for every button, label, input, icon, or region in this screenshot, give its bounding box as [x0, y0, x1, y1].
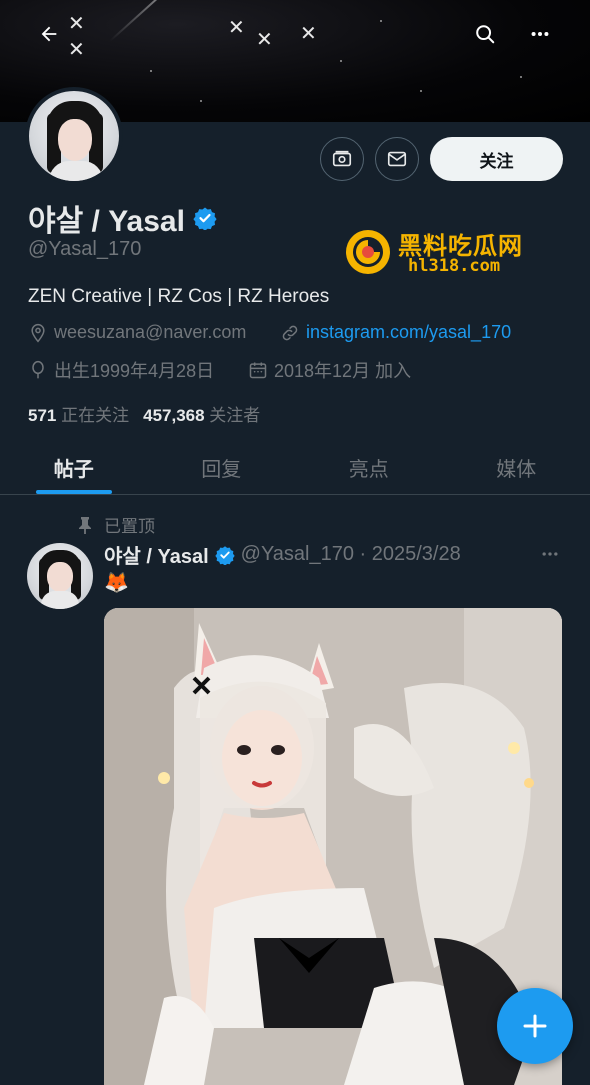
- post-author-name[interactable]: 야살 / Yasal: [104, 540, 209, 569]
- tab-media[interactable]: 媒体: [443, 440, 590, 494]
- post-media-image[interactable]: [104, 608, 562, 1085]
- more-options-button[interactable]: [520, 14, 560, 54]
- post-more-button[interactable]: [536, 540, 564, 568]
- following-stat[interactable]: 571 正在关注: [28, 401, 129, 426]
- calendar-icon: [249, 362, 267, 379]
- verified-badge-icon[interactable]: [214, 545, 235, 565]
- sparkle-decoration: ✕: [228, 17, 245, 39]
- pin-icon: [79, 516, 91, 534]
- link-icon: [282, 325, 298, 340]
- post-handle-date: @Yasal_170 · 2025/3/28: [240, 543, 461, 565]
- birth-date: 出生1999年4月28日: [54, 361, 215, 381]
- post-text: 🦊: [104, 572, 129, 594]
- profile-website[interactable]: instagram.com/yasal_170: [280, 322, 511, 343]
- back-button[interactable]: [29, 14, 69, 54]
- back-arrow-icon: [41, 26, 57, 42]
- more-icon: [542, 552, 558, 556]
- profile-birthday: 出生1999年4月28日: [28, 357, 214, 383]
- compose-button[interactable]: [497, 988, 573, 1064]
- profile-name: 야살 / Yasal: [28, 205, 185, 238]
- search-icon: [476, 25, 495, 44]
- profile-stats: 571 正在关注 457,368 关注者: [28, 401, 260, 426]
- profile-handle: @Yasal_170: [28, 238, 142, 260]
- watermark-url: hl318.com: [408, 256, 501, 276]
- post-author-avatar[interactable]: [27, 543, 93, 609]
- sparkle-decoration: ✕: [68, 13, 85, 35]
- compose-plus-icon: [523, 1014, 547, 1038]
- tip-button[interactable]: [320, 137, 364, 181]
- location-icon: [31, 323, 45, 342]
- verified-badge-icon[interactable]: [193, 206, 217, 230]
- message-button[interactable]: [375, 137, 419, 181]
- search-button[interactable]: [465, 14, 505, 54]
- profile-avatar[interactable]: [25, 87, 123, 185]
- watermark-logo-icon: [346, 230, 390, 274]
- joined-date: 2018年12月 加入: [274, 361, 412, 381]
- tab-replies[interactable]: 回复: [148, 440, 296, 494]
- mail-icon: [387, 151, 407, 167]
- more-icon: [531, 31, 549, 37]
- post-header: 야살 / Yasal @Yasal_170 · 2025/3/28: [104, 540, 461, 569]
- tab-posts[interactable]: 帖子: [0, 440, 148, 494]
- profile-joined: 2018年12月 加入: [248, 357, 411, 383]
- pinned-label: 已置顶: [104, 517, 155, 536]
- sparkle-decoration: ✕: [256, 29, 273, 51]
- tab-highlights[interactable]: 亮点: [295, 440, 443, 494]
- profile-location: weesuzana@naver.com: [28, 322, 246, 343]
- profile-tabs: 帖子 回复 亮点 媒体: [0, 440, 590, 495]
- site-watermark: 黑料吃瓜网 hl318.com: [344, 224, 530, 280]
- pinned-indicator: 已置顶: [78, 512, 155, 537]
- profile-link[interactable]: instagram.com/yasal_170: [306, 322, 511, 343]
- followers-stat[interactable]: 457,368 关注者: [143, 401, 260, 426]
- profile-bio: ZEN Creative | RZ Cos | RZ Heroes: [28, 286, 330, 307]
- tip-jar-icon: [332, 150, 352, 167]
- cosplay-photo: [104, 608, 562, 1085]
- sparkle-decoration: ✕: [68, 39, 85, 61]
- profile-name-row: 야살 / Yasal: [28, 196, 217, 240]
- balloon-icon: [32, 360, 44, 379]
- follow-button[interactable]: 关注: [430, 137, 563, 181]
- sparkle-decoration: ✕: [300, 23, 317, 45]
- profile-email: weesuzana@naver.com: [54, 322, 247, 342]
